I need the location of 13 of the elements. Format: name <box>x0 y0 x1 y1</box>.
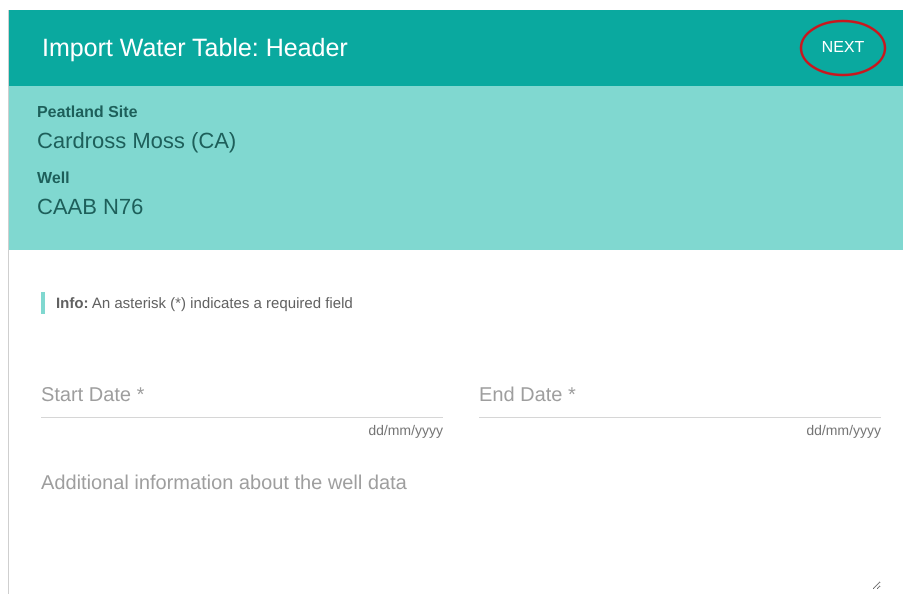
next-button[interactable]: NEXT <box>818 33 868 63</box>
info-accent-bar <box>41 292 45 314</box>
notes-field[interactable]: Additional information about the well data <box>41 472 881 590</box>
date-format-hint: dd/mm/yyyy <box>368 422 443 438</box>
date-field[interactable]: Start Date * <box>41 378 443 418</box>
date-field[interactable]: End Date * <box>479 378 881 418</box>
date-format-hint: dd/mm/yyyy <box>806 422 881 438</box>
summary-label: Peatland Site <box>37 103 138 123</box>
info-text: Info: An asterisk (*) indicates a required field <box>56 294 353 312</box>
summary-value: CAAB N76 <box>37 193 144 221</box>
summary-label: Well <box>37 169 71 189</box>
summary-value: Cardross Moss (CA) <box>37 127 238 155</box>
page-title: Import Water Table: Header <box>42 34 348 62</box>
